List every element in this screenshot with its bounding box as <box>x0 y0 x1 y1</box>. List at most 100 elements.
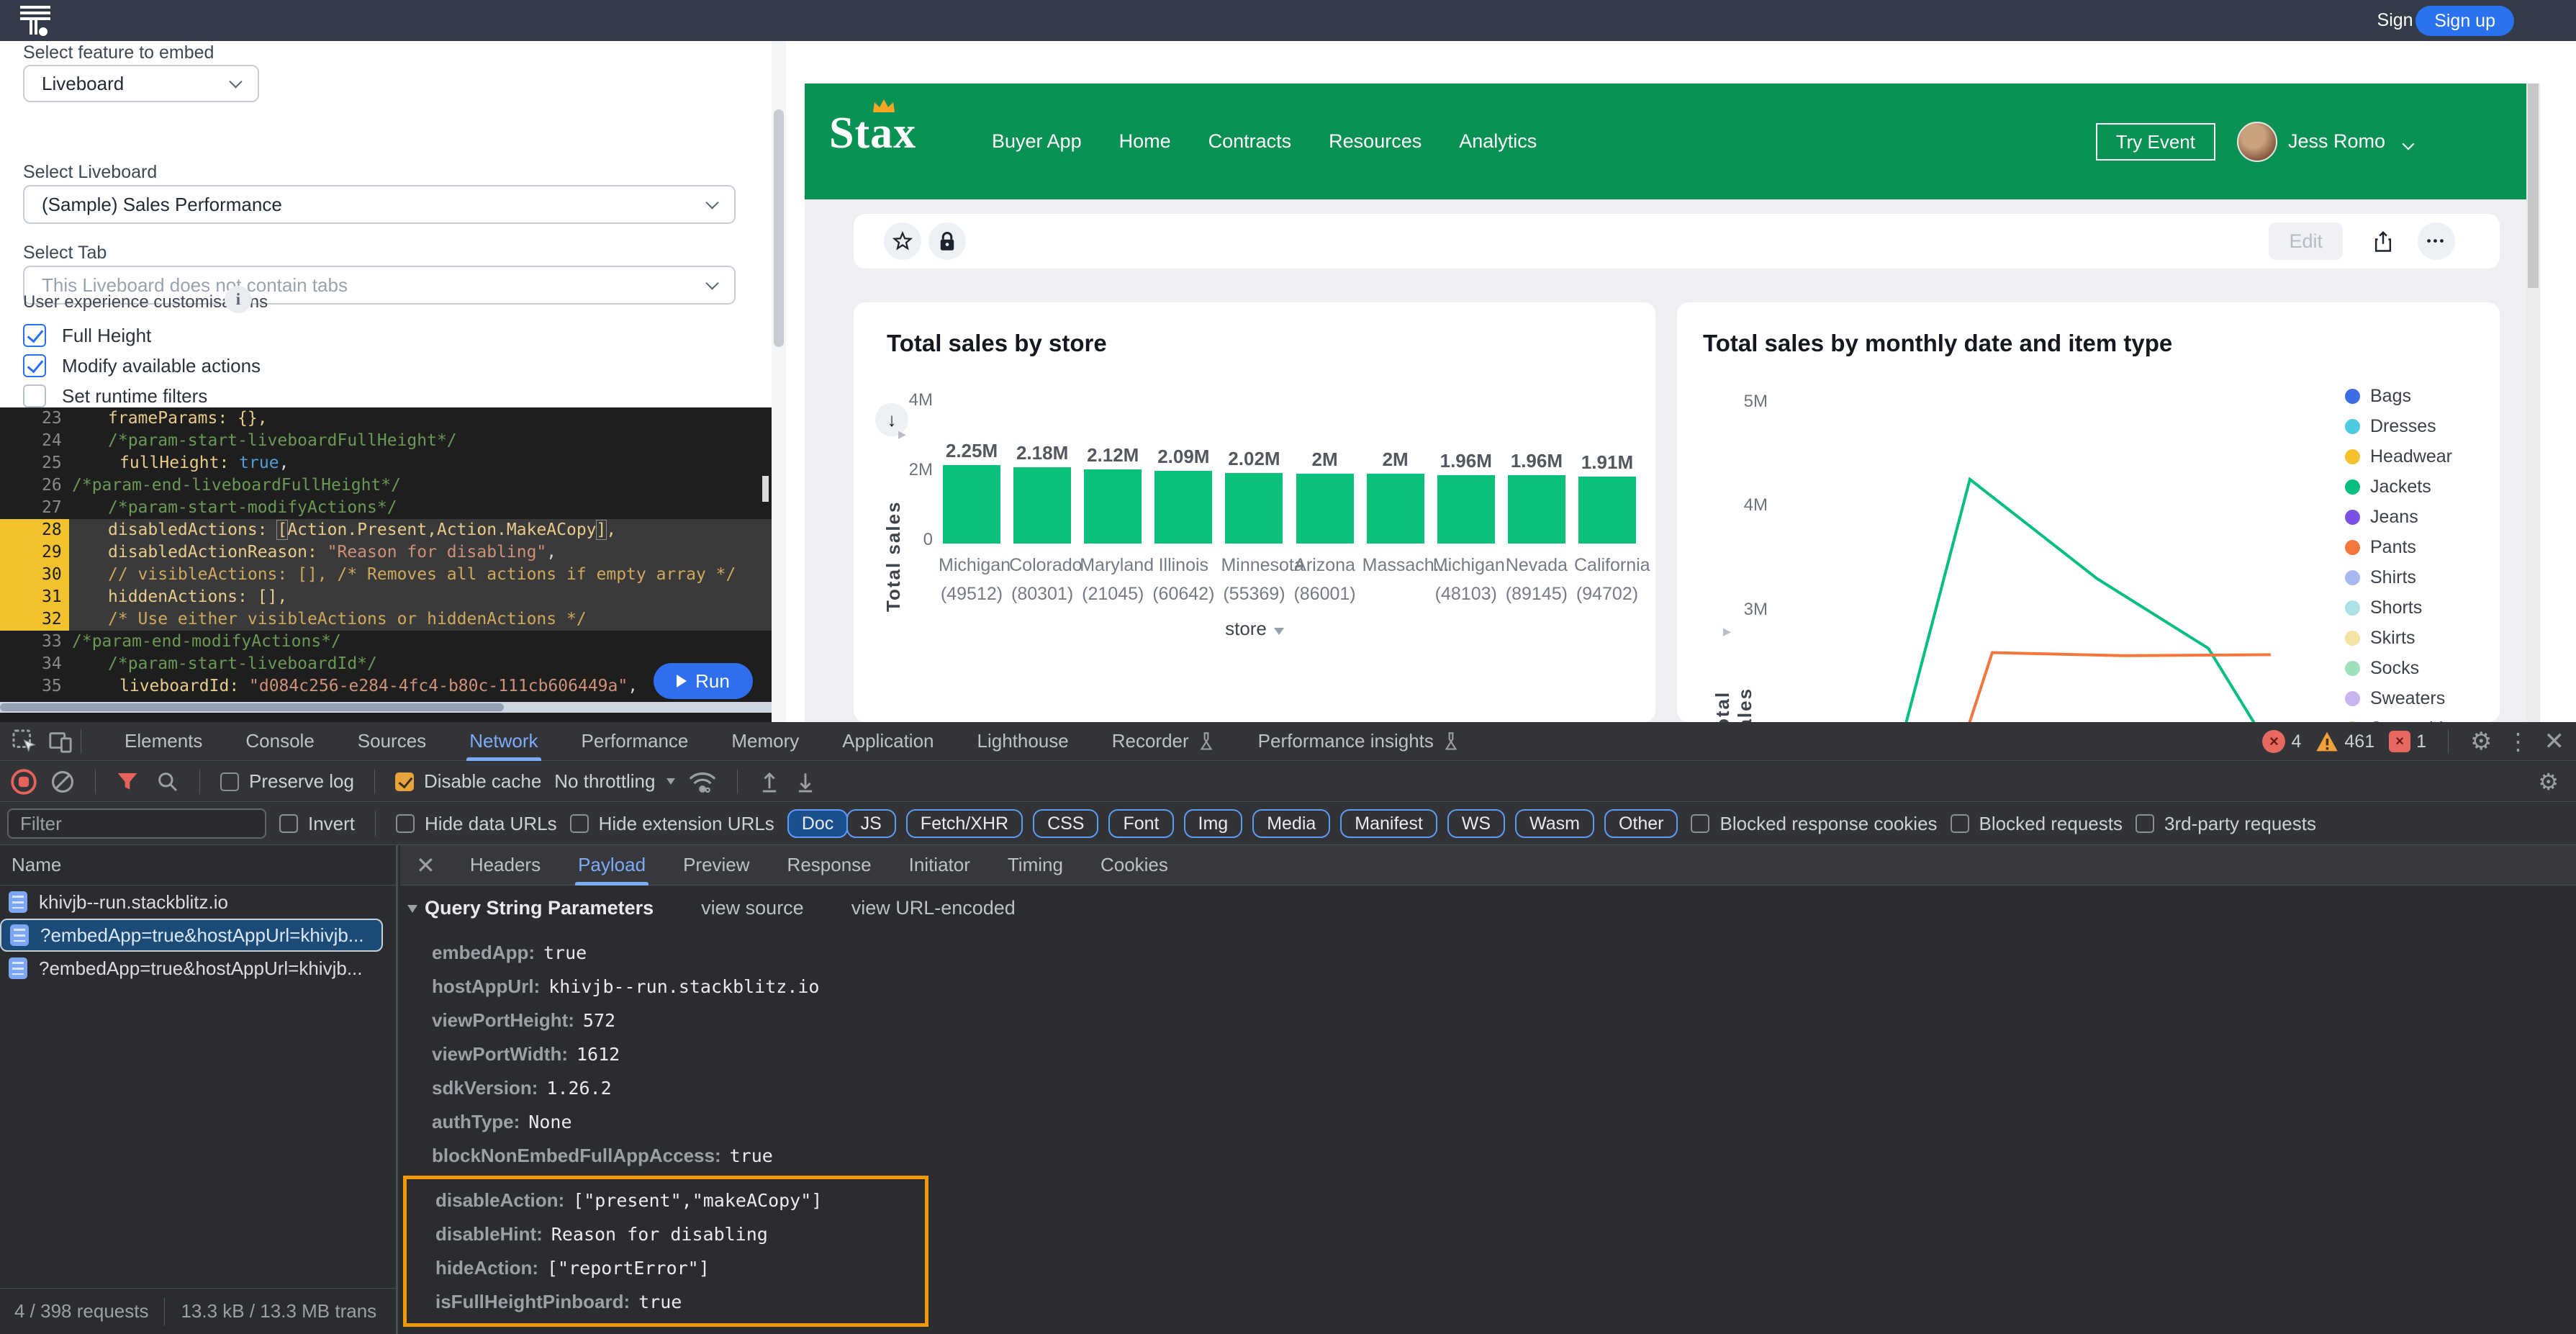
nav-item-resources[interactable]: Resources <box>1329 130 1422 153</box>
bar-category-label[interactable]: Massach... <box>1362 551 1429 608</box>
tab-network[interactable]: Network <box>448 722 559 761</box>
bar-category-label[interactable]: Michigan(49512) <box>939 551 1005 608</box>
config-scrollbar[interactable] <box>772 41 786 722</box>
network-conditions-icon[interactable] <box>688 769 717 795</box>
clear-network-log-icon[interactable] <box>50 770 75 794</box>
view-url-encoded-link[interactable]: view URL-encoded <box>851 897 1016 919</box>
tab-elements[interactable]: Elements <box>103 722 224 761</box>
export-har-icon[interactable] <box>794 770 817 794</box>
user-name[interactable]: Jess Romo <box>2288 130 2385 153</box>
chip-wasm[interactable]: Wasm <box>1515 809 1594 838</box>
filter-funnel-icon[interactable] <box>116 771 139 793</box>
sign-up-button[interactable]: Sign up <box>2415 6 2514 36</box>
throttling-select[interactable]: No throttling <box>554 770 675 793</box>
legend-item-pants[interactable]: Pants <box>2345 537 2463 558</box>
run-button[interactable]: Run <box>654 663 753 699</box>
code-line[interactable]: 28disabledActions: [Action.Present,Actio… <box>0 519 772 541</box>
code-line[interactable]: 29disabledActionReason: "Reason for disa… <box>0 541 772 564</box>
code-line[interactable]: 25fullHeight: true, <box>0 452 772 474</box>
nav-item-buyer-app[interactable]: Buyer App <box>992 130 1082 153</box>
chip-css[interactable]: CSS <box>1033 809 1098 838</box>
bar-item[interactable]: 2M <box>1362 449 1429 544</box>
code-line[interactable]: 33/*param-end-modifyActions*/ <box>0 631 772 653</box>
bar[interactable] <box>1296 474 1354 544</box>
editor-vscroll-thumb[interactable] <box>762 476 769 502</box>
chip-doc[interactable]: Doc <box>787 809 848 838</box>
edit-button[interactable]: Edit <box>2269 222 2343 260</box>
nav-item-analytics[interactable]: Analytics <box>1459 130 1537 153</box>
try-event-button[interactable]: Try Event <box>2096 123 2215 161</box>
details-tab-headers[interactable]: Headers <box>451 845 559 885</box>
bar-item[interactable]: 2.12M <box>1080 444 1146 544</box>
bar-category-label[interactable]: Nevada(89145) <box>1504 551 1570 608</box>
search-icon[interactable] <box>156 770 179 793</box>
chip-img[interactable]: Img <box>1184 809 1243 838</box>
bar-item[interactable]: 1.96M <box>1433 450 1499 544</box>
request-row[interactable]: khivjb--run.stackblitz.io <box>0 885 396 919</box>
tab-recorder[interactable]: Recorder <box>1090 722 1237 761</box>
bar-item[interactable]: 2.18M <box>1009 442 1075 544</box>
favorite-star-button[interactable] <box>884 222 921 260</box>
import-har-icon[interactable] <box>758 770 781 794</box>
bar[interactable] <box>1154 471 1212 544</box>
bar-category-label[interactable]: California(94702) <box>1574 551 1640 608</box>
bar-item[interactable]: 1.96M <box>1504 450 1570 544</box>
bar-item[interactable]: 2.25M <box>939 440 1005 544</box>
line-series-jackets[interactable] <box>1902 479 2256 722</box>
tab-application[interactable]: Application <box>821 722 955 761</box>
device-toolbar-icon[interactable] <box>48 729 73 754</box>
invert-checkbox[interactable]: Invert <box>279 813 355 835</box>
close-details-icon[interactable]: ✕ <box>400 852 451 879</box>
warning-badge[interactable]: 461 <box>2315 731 2374 752</box>
chip-media[interactable]: Media <box>1252 809 1330 838</box>
bar-item[interactable]: 1.91M <box>1574 451 1640 544</box>
blocked-response-cookies-checkbox[interactable]: Blocked response cookies <box>1691 813 1937 835</box>
request-list-header[interactable]: Name <box>0 845 396 885</box>
info-icon[interactable]: i <box>225 286 252 313</box>
code-line[interactable]: 23frameParams: {}, <box>0 407 772 430</box>
chip-js[interactable]: JS <box>846 809 896 838</box>
close-devtools-icon[interactable]: ✕ <box>2544 727 2565 756</box>
code-line[interactable]: 24/*param-start-liveboardFullHeight*/ <box>0 430 772 452</box>
share-button[interactable] <box>2364 222 2402 260</box>
chip-other[interactable]: Other <box>1604 809 1678 838</box>
chip-ws[interactable]: WS <box>1447 809 1505 838</box>
preserve-log-checkbox[interactable]: Preserve log <box>220 770 354 793</box>
bar-category-label[interactable]: Michigan(48103) <box>1433 551 1499 608</box>
lock-button[interactable] <box>928 222 966 260</box>
code-line[interactable]: 31hiddenActions: [], <box>0 586 772 608</box>
record-network-log-icon[interactable] <box>10 768 37 796</box>
bar-chart-ylabel[interactable]: Total sales <box>882 446 905 612</box>
bar-item[interactable]: 2M <box>1292 449 1358 544</box>
tab-lighthouse[interactable]: Lighthouse <box>956 722 1090 761</box>
axis-expand-icon[interactable]: ▸ <box>898 425 906 443</box>
editor-hscroll-thumb[interactable] <box>0 703 504 711</box>
customisation-checkbox[interactable]: Set runtime filters <box>23 381 261 411</box>
embed-scrollbar[interactable] <box>2526 84 2540 722</box>
details-tab-response[interactable]: Response <box>769 845 890 885</box>
feature-select[interactable]: Liveboard <box>23 65 259 102</box>
legend-item-skirts[interactable]: Skirts <box>2345 628 2463 649</box>
bar[interactable] <box>1013 467 1071 544</box>
config-scrollbar-thumb[interactable] <box>774 109 784 347</box>
bar-category-label[interactable]: Arizona(86001) <box>1292 551 1358 608</box>
editor-horizontal-scrollbar[interactable] <box>0 702 772 713</box>
nav-item-contracts[interactable]: Contracts <box>1208 130 1292 153</box>
line-chart-ylabel[interactable]: Total sales <box>1712 641 1756 722</box>
line-series-pants[interactable] <box>1966 653 2271 723</box>
bar-item[interactable]: 2.09M <box>1150 446 1216 544</box>
bar[interactable] <box>1508 475 1565 544</box>
legend-item-jackets[interactable]: Jackets <box>2345 477 2463 497</box>
bar-category-label[interactable]: Maryland(21045) <box>1080 551 1146 608</box>
tab-sources[interactable]: Sources <box>336 722 448 761</box>
error-badge[interactable]: ×4 <box>2262 730 2301 753</box>
legend-item-socks[interactable]: Socks <box>2345 658 2463 679</box>
inspect-element-icon[interactable] <box>12 729 37 754</box>
details-tab-payload[interactable]: Payload <box>559 845 664 885</box>
thoughtspot-logo-icon[interactable] <box>19 4 52 37</box>
tab-performance[interactable]: Performance <box>560 722 710 761</box>
tab-performance-insights[interactable]: Performance insights <box>1237 722 1481 761</box>
chip-fetch-xhr[interactable]: Fetch/XHR <box>906 809 1023 838</box>
user-menu-chevron-icon[interactable] <box>2403 138 2415 150</box>
third-party-requests-checkbox[interactable]: 3rd-party requests <box>2136 813 2316 835</box>
